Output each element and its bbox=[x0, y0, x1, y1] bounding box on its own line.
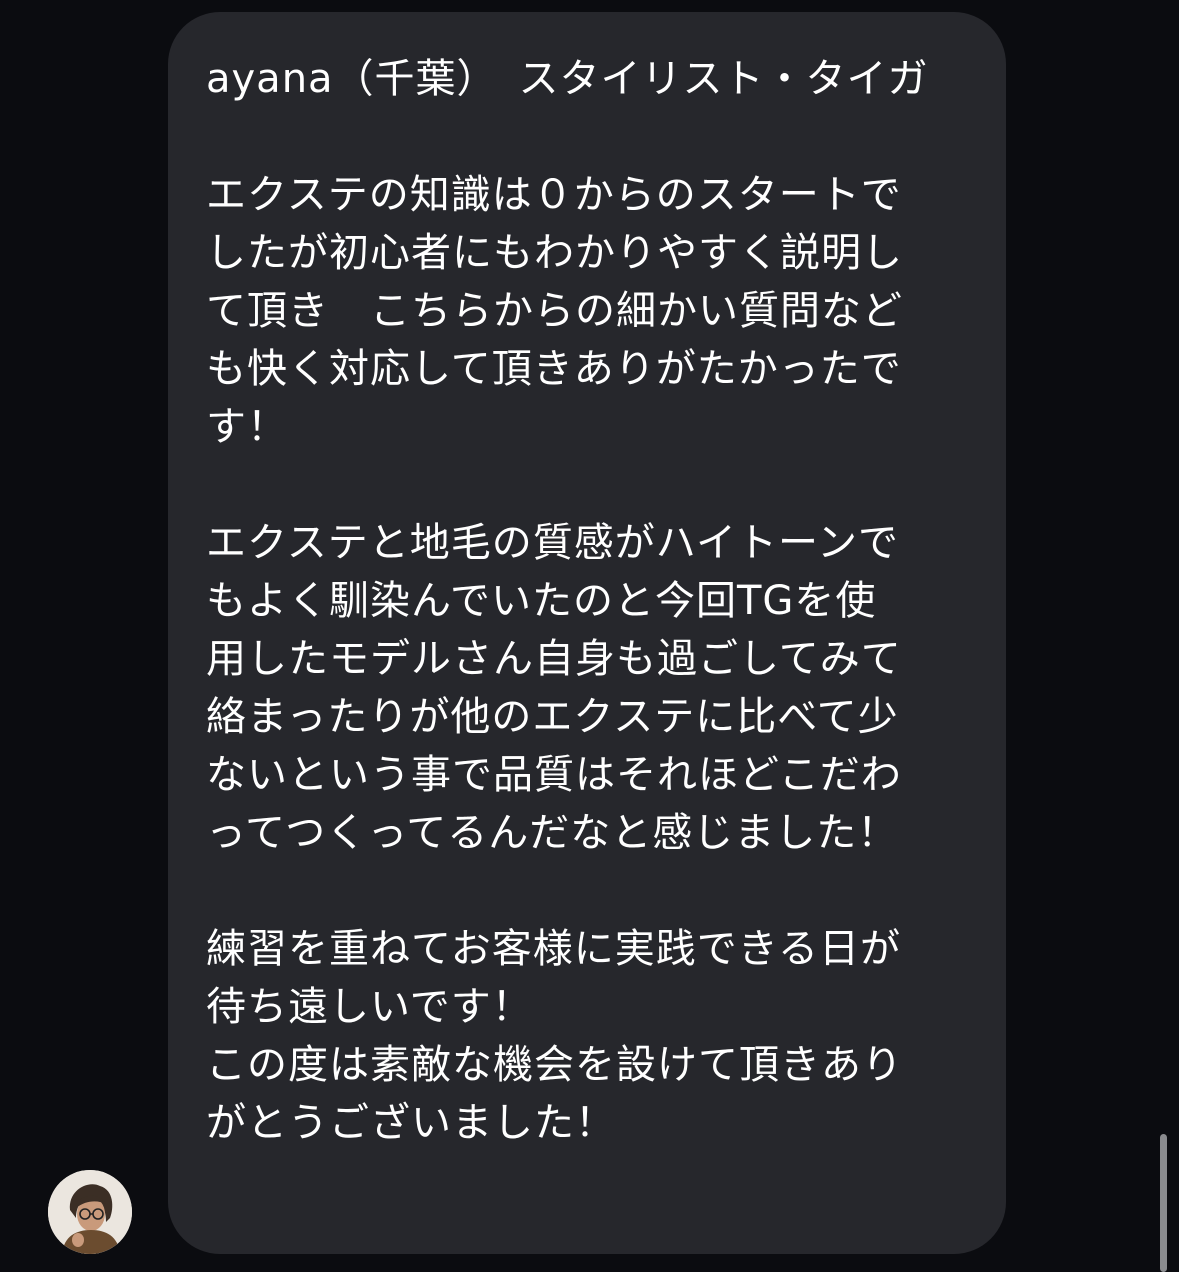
message-line: ないという事で品質はそれほどこだわ bbox=[206, 752, 902, 798]
message-line: エクステの知識は０からのスタートで bbox=[206, 172, 902, 218]
message-bubble[interactable]: ayana（千葉） スタイリスト・タイガ エクステの知識は０からのスタートで し… bbox=[168, 12, 1006, 1254]
message-paragraph-1: エクステの知識は０からのスタートで したが初心者にもわかりやすく説明し て頂き … bbox=[206, 166, 970, 456]
message-line: がとうございました！ bbox=[206, 1100, 616, 1146]
message-line: 待ち遠しいです！ bbox=[206, 984, 533, 1030]
message-paragraph-2: エクステと地毛の質感がハイトーンで もよく馴染んでいたのと今回TGを使 用したモ… bbox=[206, 514, 970, 862]
scrollbar-thumb[interactable] bbox=[1160, 1134, 1167, 1272]
message-line: エクステと地毛の質感がハイトーンで bbox=[206, 520, 899, 566]
message-paragraph-3: 練習を重ねてお客様に実践できる日が 待ち遠しいです！ この度は素敵な機会を設けて… bbox=[206, 920, 970, 1152]
chat-screen: ayana（千葉） スタイリスト・タイガ エクステの知識は０からのスタートで し… bbox=[0, 0, 1179, 1272]
message-line: 練習を重ねてお客様に実践できる日が bbox=[206, 926, 901, 972]
message-line: す！ bbox=[206, 404, 288, 450]
message-line: もよく馴染んでいたのと今回TGを使 bbox=[206, 578, 877, 624]
message-line: て頂き こちらからの細かい質問など bbox=[206, 288, 903, 334]
message-line: この度は素敵な機会を設けて頂きあり bbox=[206, 1042, 903, 1088]
message-sender-line: ayana（千葉） スタイリスト・タイガ bbox=[206, 56, 929, 102]
message-line: したが初心者にもわかりやすく説明し bbox=[206, 230, 903, 276]
sender-avatar[interactable] bbox=[48, 1170, 132, 1254]
message-line: ってつくってるんだなと感じました！ bbox=[206, 810, 899, 856]
message-line: 絡まったりが他のエクステに比べて少 bbox=[206, 694, 899, 740]
person-photo-icon bbox=[48, 1170, 132, 1254]
message-line: も快く対応して頂きありがたかったで bbox=[206, 346, 902, 392]
message-line: 用したモデルさん自身も過ごしてみて bbox=[206, 636, 902, 682]
